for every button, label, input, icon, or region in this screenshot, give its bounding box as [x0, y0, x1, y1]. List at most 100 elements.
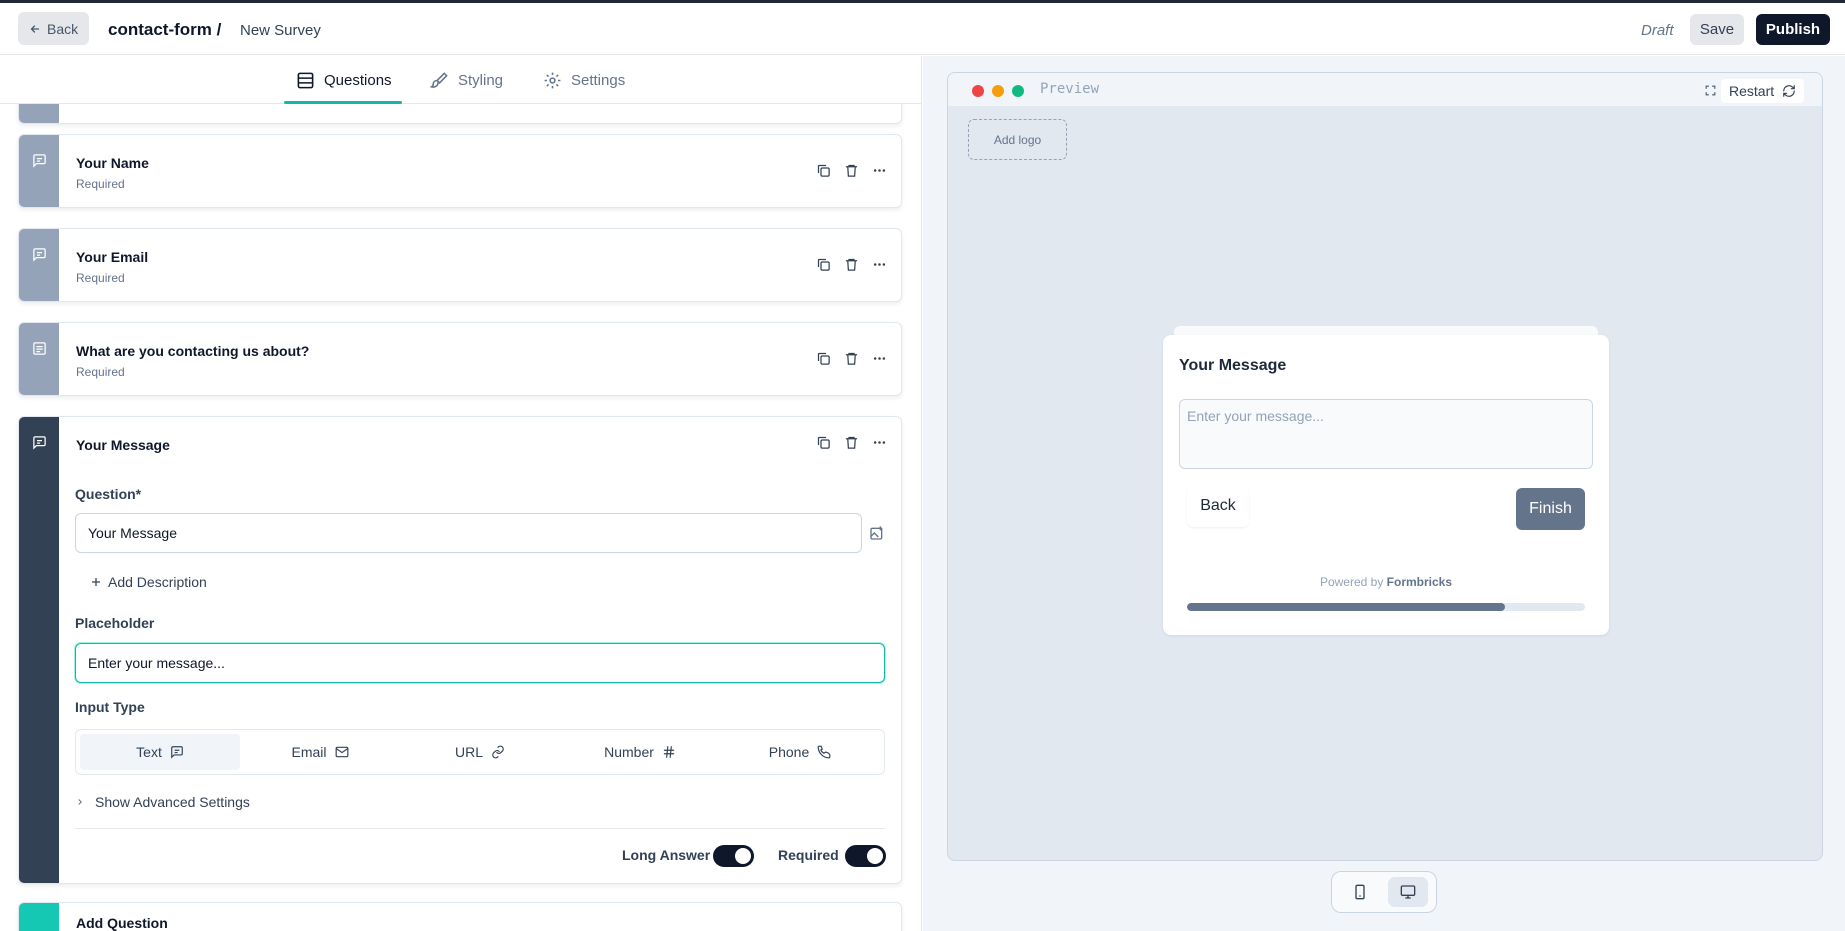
placeholder-field-label: Placeholder: [75, 615, 155, 631]
copy-icon[interactable]: [816, 163, 831, 178]
trash-icon[interactable]: [844, 435, 859, 450]
rows-icon: [297, 72, 314, 88]
tab-styling[interactable]: Styling: [430, 56, 503, 104]
question-card-name[interactable]: Your Name Required: [18, 134, 902, 208]
chevron-right-icon: [78, 799, 82, 805]
active-tab-indicator: [284, 101, 402, 104]
restart-button[interactable]: Restart: [1721, 79, 1805, 103]
more-horizontal-icon[interactable]: [872, 163, 887, 178]
survey-question-title: Your Message: [1179, 357, 1287, 374]
phone-icon: [817, 745, 831, 759]
tab-styling-label: Styling: [458, 71, 504, 89]
add-description-button[interactable]: Add Description: [90, 574, 207, 590]
powered-by-brand: Formbricks: [1386, 575, 1453, 589]
monitor-icon: [1400, 885, 1416, 899]
message-square-icon: [33, 154, 46, 168]
window-dot-green: [1012, 85, 1024, 97]
add-question-label: Add Question: [76, 915, 168, 931]
message-square-icon: [171, 746, 183, 759]
input-type-selector: Text Email URL Number Phone: [75, 729, 885, 775]
window-dot-yellow: [992, 85, 1004, 97]
environment-name: contact-form /: [108, 20, 222, 39]
required-label: Required: [778, 847, 839, 863]
window-dot-red: [972, 85, 984, 97]
required-toggle[interactable]: [845, 845, 886, 867]
survey-back-button[interactable]: Back: [1187, 485, 1249, 527]
input-type-url-label: URL: [454, 744, 483, 760]
plus-icon: [92, 578, 100, 586]
input-type-url[interactable]: URL: [400, 734, 560, 770]
tab-questions[interactable]: Questions: [296, 56, 392, 104]
question-title: What are you contacting us about?: [76, 343, 310, 359]
copy-icon[interactable]: [816, 351, 831, 366]
expand-icon[interactable]: [1704, 84, 1717, 97]
preview-window: Preview Restart Add logo Your Message En…: [947, 72, 1823, 861]
add-question-card[interactable]: Add Question: [18, 902, 902, 931]
question-actions: [816, 351, 887, 366]
add-logo-button[interactable]: Add logo: [968, 119, 1067, 160]
copy-icon[interactable]: [816, 257, 831, 272]
more-horizontal-icon[interactable]: [872, 257, 887, 272]
link-icon: [492, 745, 504, 759]
question-card-email[interactable]: Your Email Required: [18, 228, 902, 302]
save-button[interactable]: Save: [1690, 14, 1744, 45]
more-horizontal-icon[interactable]: [872, 435, 887, 450]
more-horizontal-icon[interactable]: [872, 351, 887, 366]
survey-card: Your Message Enter your message... Back …: [1163, 335, 1609, 635]
input-type-number-label: Number: [604, 744, 654, 760]
question-text-input[interactable]: Your Message: [75, 513, 862, 553]
tab-settings-label: Settings: [571, 71, 626, 89]
question-actions: [816, 257, 887, 272]
placeholder-input[interactable]: Enter your message...: [75, 643, 885, 683]
question-title: Your Message: [76, 437, 170, 453]
add-question-strip: [19, 903, 59, 931]
survey-progress-fill: [1187, 603, 1506, 611]
paintbrush-icon: [430, 71, 448, 88]
mobile-view-button[interactable]: [1340, 877, 1380, 907]
long-answer-label: Long Answer: [622, 847, 711, 863]
powered-by-text: Powered by: [1319, 575, 1384, 589]
input-type-email[interactable]: Email: [240, 734, 400, 770]
trash-icon[interactable]: [844, 257, 859, 272]
list-icon: [33, 342, 46, 355]
input-type-phone-label: Phone: [768, 744, 810, 760]
copy-icon[interactable]: [816, 435, 831, 450]
question-field-label: Question*: [75, 486, 142, 502]
tab-settings[interactable]: Settings: [543, 56, 625, 104]
add-description-label: Add Description: [108, 574, 207, 590]
advanced-settings-toggle[interactable]: Show Advanced Settings: [75, 794, 250, 810]
trash-icon[interactable]: [844, 351, 859, 366]
powered-by[interactable]: Powered by Formbricks: [1163, 575, 1609, 589]
back-button-label: Back: [47, 20, 79, 37]
mail-icon: [335, 746, 348, 758]
question-required-label: Required: [76, 365, 125, 379]
trash-icon[interactable]: [844, 163, 859, 178]
question-actions: [816, 435, 887, 450]
tab-questions-label: Questions: [324, 71, 392, 89]
survey-name[interactable]: New Survey: [240, 22, 321, 39]
desktop-view-button[interactable]: [1388, 877, 1428, 907]
survey-progress-bar: [1187, 603, 1585, 611]
survey-message-textarea[interactable]: Enter your message...: [1179, 399, 1593, 469]
survey-finish-button[interactable]: Finish: [1516, 488, 1585, 530]
editor-tabs: Questions Styling Settings: [0, 56, 921, 104]
input-type-text[interactable]: Text: [80, 734, 240, 770]
question-card-topic[interactable]: What are you contacting us about? Requir…: [18, 322, 902, 396]
image-plus-icon[interactable]: [869, 525, 885, 541]
input-type-label: Input Type: [75, 699, 145, 715]
input-type-number[interactable]: Number: [560, 734, 720, 770]
smartphone-icon: [1355, 884, 1365, 900]
arrow-left-icon: [30, 24, 40, 33]
input-type-email-label: Email: [291, 744, 327, 760]
input-type-text-label: Text: [136, 744, 162, 760]
preview-window-bar: Preview Restart: [948, 73, 1822, 107]
question-actions: [816, 163, 887, 178]
long-answer-toggle[interactable]: [713, 845, 754, 867]
message-square-icon: [33, 436, 46, 450]
publish-button[interactable]: Publish: [1756, 14, 1830, 45]
question-required-label: Required: [76, 177, 125, 191]
input-type-phone[interactable]: Phone: [720, 734, 880, 770]
question-card-strip: [19, 323, 59, 395]
back-button[interactable]: Back: [18, 12, 90, 45]
question-required-label: Required: [76, 271, 125, 285]
